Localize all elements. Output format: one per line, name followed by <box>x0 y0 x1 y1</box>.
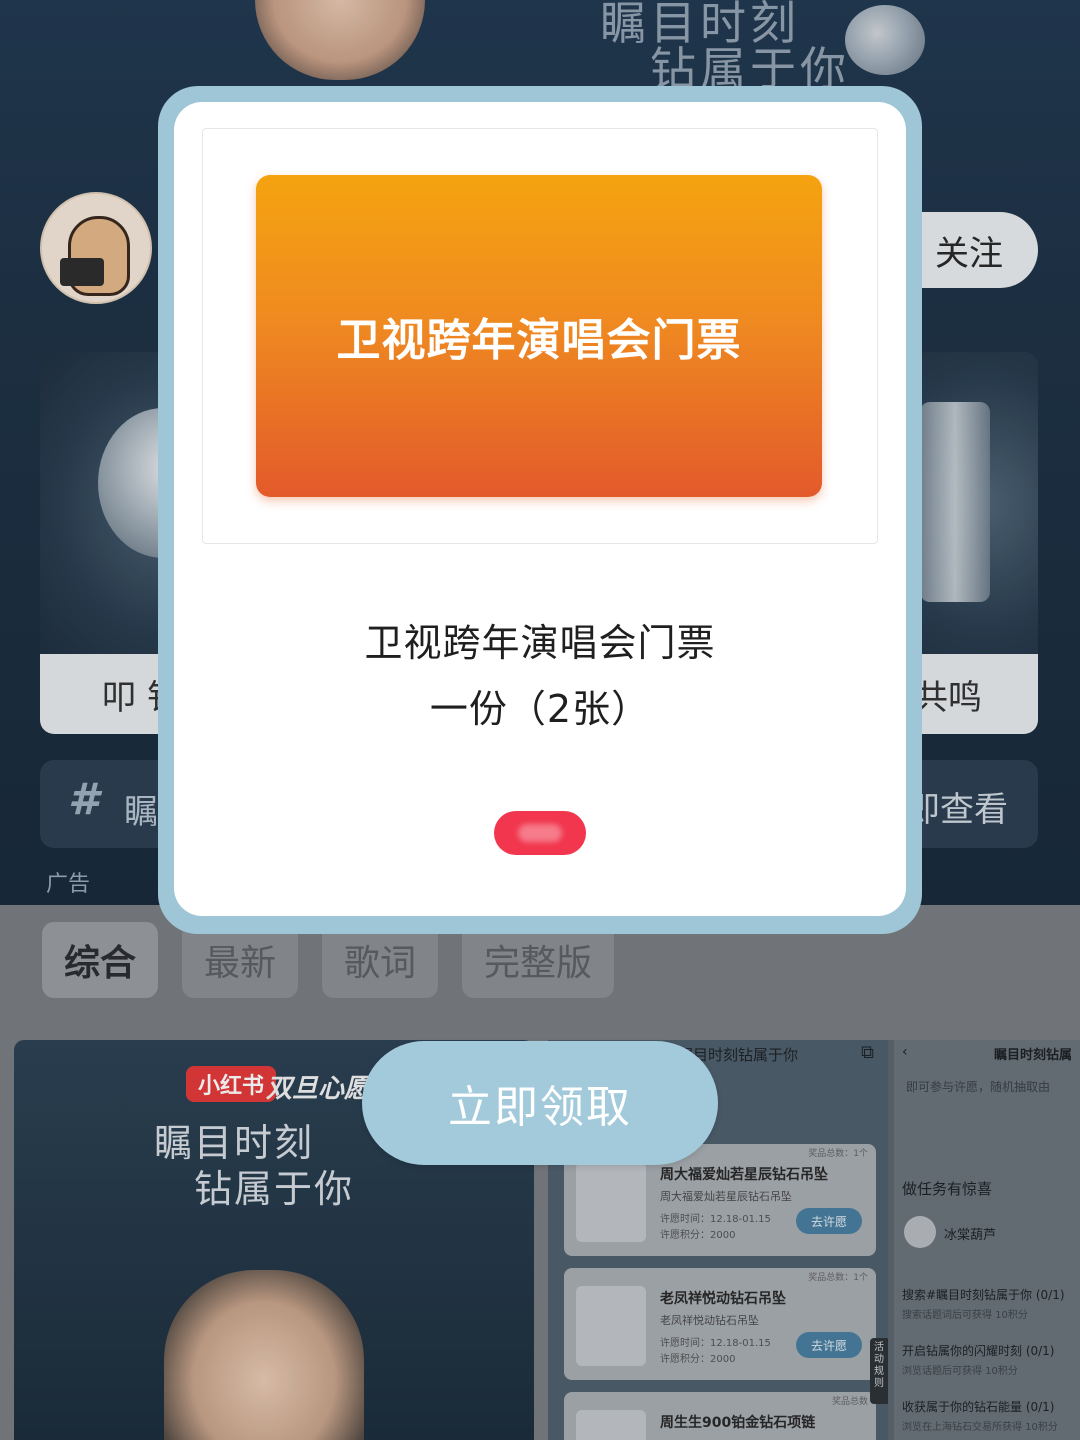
claim-now-button[interactable]: 立即领取 <box>362 1041 718 1165</box>
redacted-pill <box>494 811 586 855</box>
prize-quantity: 一份（2张） <box>429 687 651 731</box>
prize-name: 卫视跨年演唱会门票 <box>364 621 716 665</box>
ticket-title: 卫视跨年演唱会门票 <box>336 315 742 366</box>
ticket-card: 卫视跨年演唱会门票 <box>256 175 822 497</box>
blurred-text <box>518 824 562 842</box>
